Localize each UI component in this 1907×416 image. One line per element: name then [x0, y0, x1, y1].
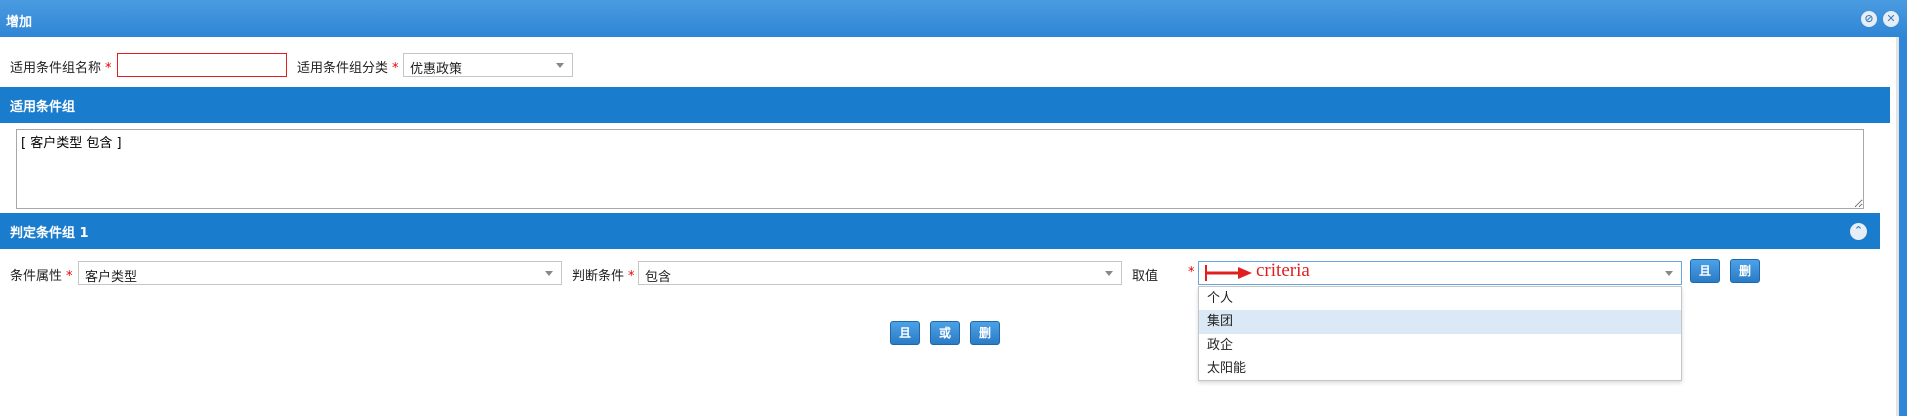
section-applicable-title: 适用条件组 — [10, 100, 76, 115]
section-judge-header: 判定条件组 1 ⌃ — [0, 213, 1880, 249]
section-applicable-header: 适用条件组 — [0, 87, 1890, 123]
dropdown-option-highlighted[interactable]: 集团 — [1199, 310, 1681, 334]
chevron-down-icon — [1665, 271, 1673, 276]
chevron-down-icon — [556, 63, 564, 68]
minimize-icon[interactable]: ⊘ — [1861, 11, 1877, 27]
dropdown-option[interactable]: 个人 — [1199, 287, 1681, 311]
arrow-right-icon — [1205, 265, 1252, 281]
value-label: 取值 — [1132, 269, 1159, 284]
dropdown-option[interactable]: 政企 — [1199, 334, 1681, 358]
group-category-select[interactable]: 优惠政策 — [403, 53, 573, 77]
attribute-label: 条件属性 * — [10, 269, 73, 284]
group-category-label: 适用条件组分类 * — [297, 61, 399, 76]
chevron-down-icon — [1105, 271, 1113, 276]
window-title: 增加 — [6, 15, 33, 30]
add-and-group-button[interactable]: 且 — [890, 321, 920, 345]
chevron-down-icon — [545, 271, 553, 276]
dropdown-option[interactable]: 太阳能 — [1199, 357, 1681, 381]
add-or-group-button[interactable]: 或 — [930, 321, 960, 345]
delete-group-button[interactable]: 删 — [970, 321, 1000, 345]
close-icon[interactable]: ✕ — [1883, 11, 1899, 27]
window-border — [1899, 37, 1907, 416]
group-name-input[interactable] — [117, 53, 287, 77]
condition-label: 判断条件 * — [572, 269, 635, 284]
group-name-label: 适用条件组名称 * — [10, 61, 112, 76]
attribute-select[interactable]: 客户类型 — [78, 261, 562, 285]
group-category-value: 优惠政策 — [410, 62, 463, 77]
delete-button[interactable]: 删 — [1730, 259, 1760, 283]
title-bar: 增加 ⊘ ✕ — [0, 0, 1907, 37]
criteria-annotation: criteria — [1256, 260, 1310, 281]
value-required-mark: * — [1188, 265, 1195, 280]
chevron-up-icon[interactable]: ⌃ — [1850, 223, 1867, 240]
section-judge-title: 判定条件组 1 — [10, 226, 89, 241]
condition-select[interactable]: 包含 — [638, 261, 1122, 285]
value-dropdown-list: 个人 集团 政企 太阳能 — [1198, 286, 1682, 381]
applicable-condition-textarea[interactable]: [ 客户类型 包含 ] — [16, 129, 1864, 209]
and-button[interactable]: 且 — [1690, 259, 1720, 283]
attribute-value: 客户类型 — [85, 270, 138, 285]
dialog-window: 增加 ⊘ ✕ 适用条件组名称 * 适用条件组分类 * 优惠政策 适用条件组 [ 客户… — [0, 0, 1907, 416]
condition-value: 包含 — [645, 270, 672, 285]
